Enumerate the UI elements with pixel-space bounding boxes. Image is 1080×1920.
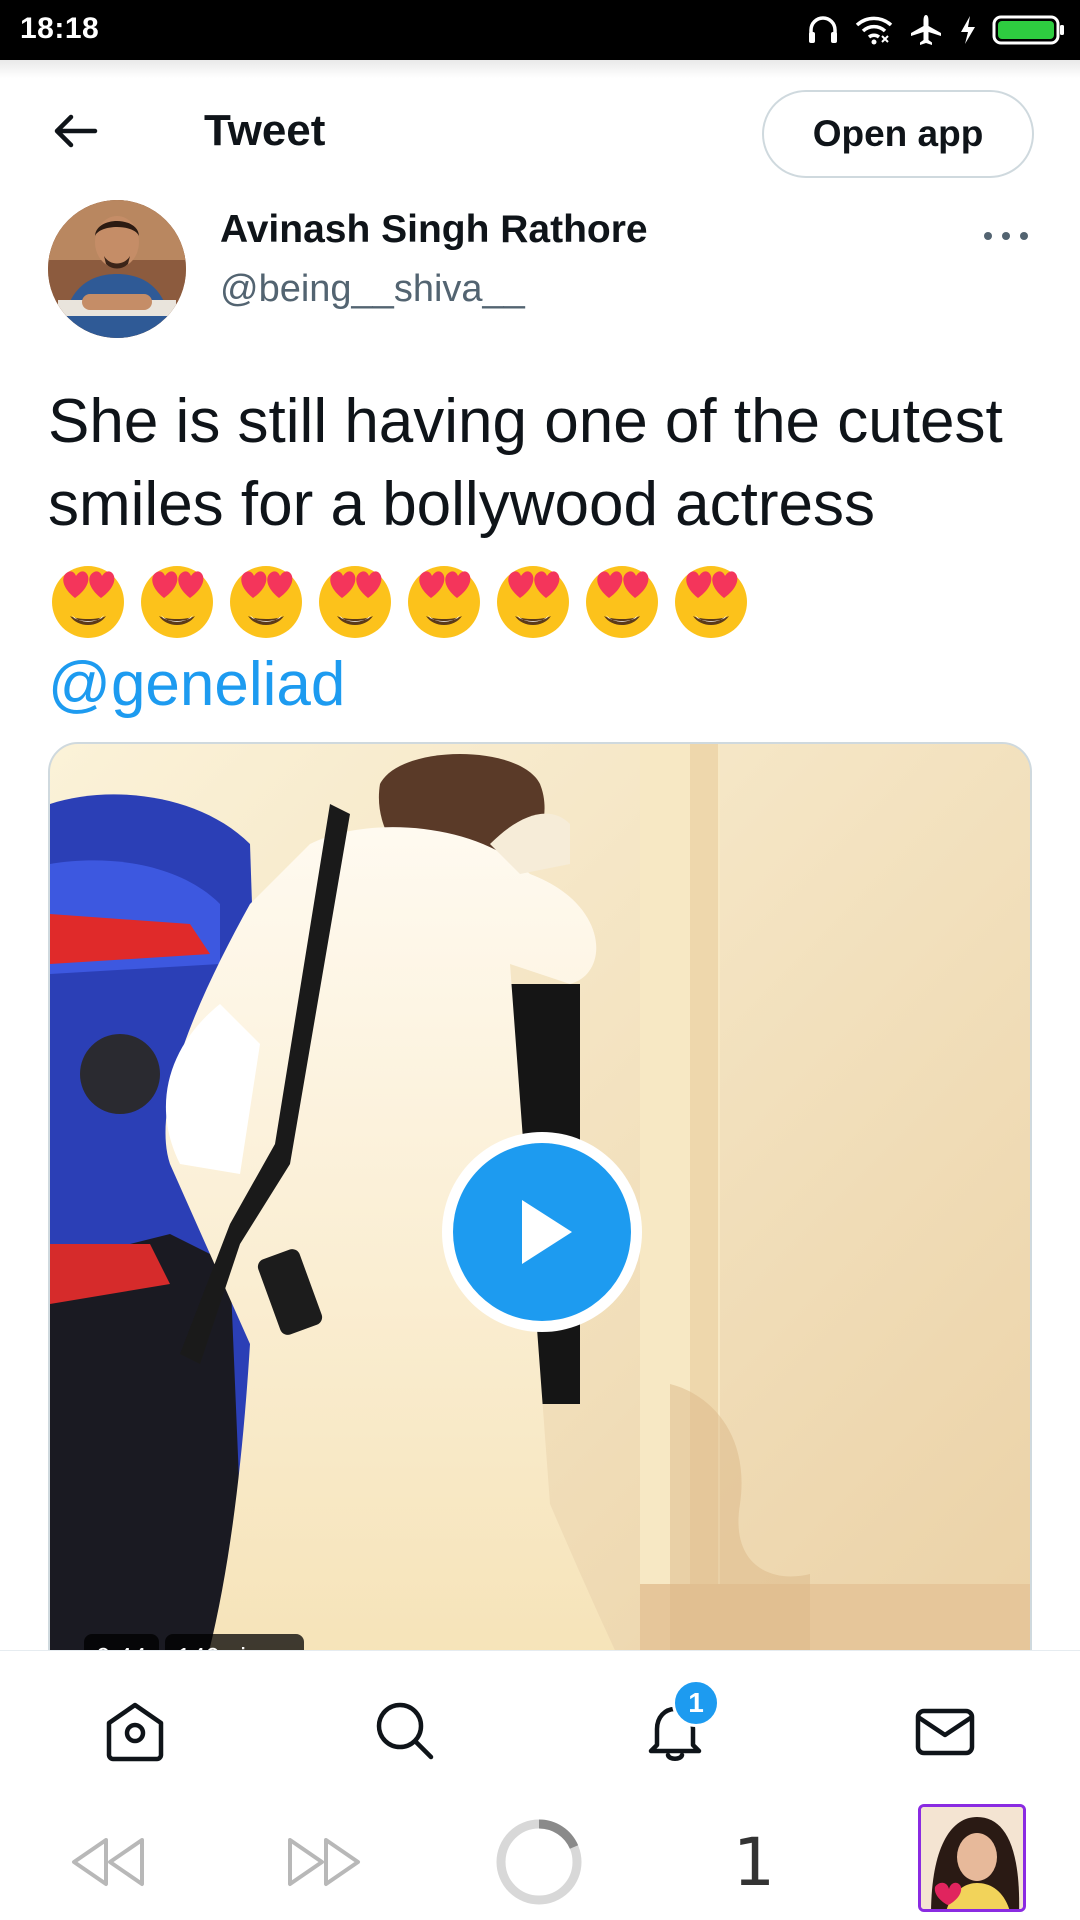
play-icon [522,1200,572,1264]
arrow-left-icon [54,114,98,148]
messages-icon [915,1708,975,1756]
heart-eyes-emoji [230,566,302,638]
status-bar: 18:18 [0,0,1080,60]
tab-count[interactable]: 1 [724,1822,784,1902]
nav-home[interactable] [100,1696,170,1766]
more-options-icon[interactable] [984,226,1028,246]
avatar[interactable] [48,200,186,338]
battery-icon [992,15,1064,45]
headphones-icon [809,16,837,43]
nav-messages[interactable] [910,1696,980,1766]
author-handle[interactable]: @being__shiva__ [220,268,525,311]
tweet-text: She is still having one of the cutest sm… [48,380,1048,726]
author-name[interactable]: Avinash Singh Rathore [220,208,648,252]
tweet-body: She is still having one of the cutest sm… [48,387,1003,539]
mention-link[interactable]: @geneliad [48,650,345,719]
back-button[interactable] [42,106,108,156]
browser-control-bar: 1 [0,1800,1080,1920]
heart-eyes-emoji [319,566,391,638]
heart-eyes-emoji [586,566,658,638]
play-button[interactable] [442,1132,642,1332]
loading-spinner-icon [496,1819,582,1905]
status-icons [806,10,1066,50]
profile-thumbnail[interactable] [918,1804,1026,1912]
browser-back-button[interactable] [66,1822,150,1902]
fast-forward-icon [288,1838,360,1886]
bottom-nav: 1 [0,1650,1080,1800]
search-icon [376,1702,434,1760]
tweet-video[interactable]: 0:44 140 views [48,742,1032,1742]
page-title: Tweet [204,106,326,155]
airplane-icon [911,15,941,45]
heart-eyes-emoji [52,566,124,638]
wifi-icon [855,16,893,45]
header-shadow [0,60,1080,78]
notification-count-badge: 1 [672,1679,720,1727]
heart-eyes-emoji [408,566,480,638]
rewind-icon [72,1838,144,1886]
open-app-button[interactable]: Open app [762,90,1034,178]
heart-eyes-emoji [497,566,569,638]
browser-forward-button[interactable] [282,1822,366,1902]
heart-eyes-emoji [141,566,213,638]
heart-eyes-emoji [675,566,747,638]
nav-search[interactable] [370,1696,440,1766]
home-icon [106,1702,164,1762]
loading-indicator[interactable] [494,1819,584,1905]
emoji-row [48,560,760,643]
status-time: 18:18 [20,12,100,45]
charging-icon [961,16,975,44]
top-app-bar: Tweet Open app [0,60,1080,200]
